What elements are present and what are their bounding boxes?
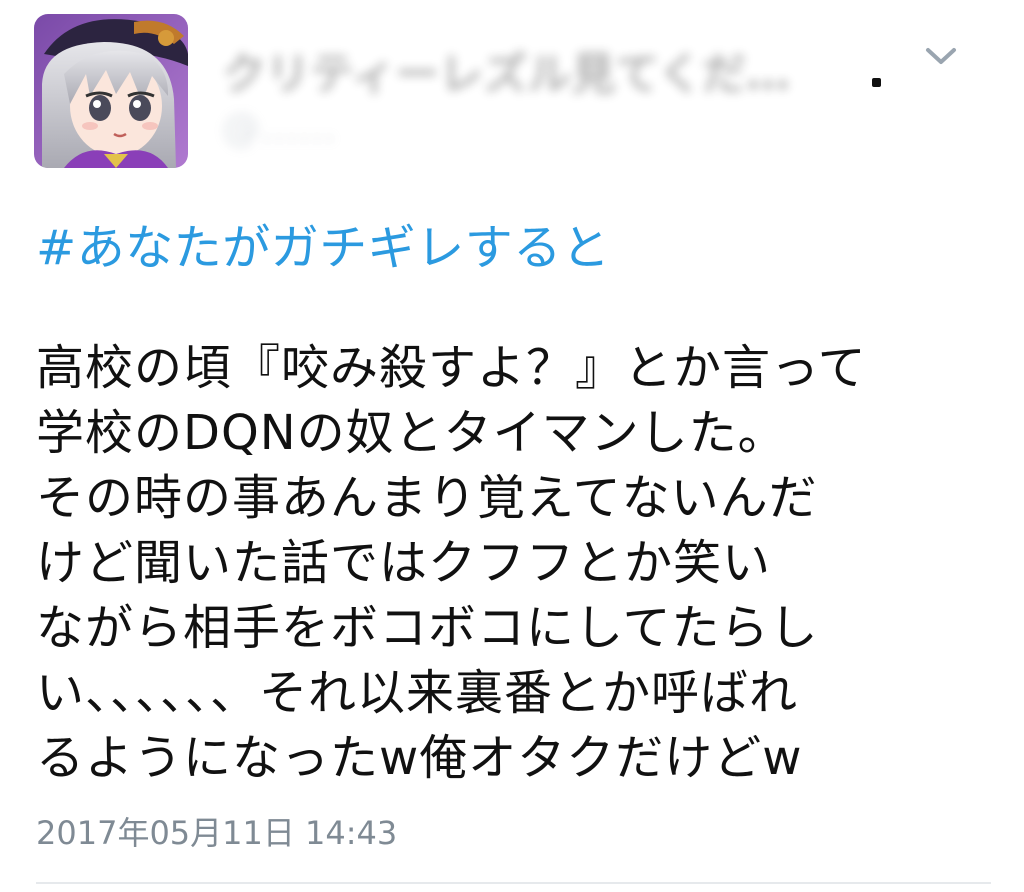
chevron-down-icon[interactable] [918, 40, 964, 72]
hashtag-link[interactable]: #あなたがガチギレすると [36, 208, 610, 278]
tweet-body-line: 学校のDQNの奴とタイマンした。 [36, 405, 787, 461]
author-screen-name[interactable]: @…… [222, 106, 336, 150]
tweet-body: 高校の頃『咬み殺すよ？』とか言って 学校のDQNの奴とタイマンした。 その時の事… [36, 336, 996, 791]
ellipsis-dot [872, 78, 881, 87]
tweet-body-line: けど聞いた話ではクフフとか笑い [36, 535, 772, 591]
tweet-timestamp[interactable]: 2017年05月11日 14:43 [36, 808, 397, 854]
tweet-body-line: ながら相手をボコボコにしてたらし [36, 600, 819, 656]
tweet-body-line: るようになったw俺オタクだけどw [36, 730, 803, 786]
tweet-body-line: その時の事あんまり覚えてないんだ [36, 470, 818, 526]
tweet-body-line: い、、、、、、それ以来裏番とか呼ばれ [36, 665, 799, 721]
divider [36, 882, 991, 884]
anime-avatar-icon[interactable] [34, 14, 188, 168]
tweet-body-line: 高校の頃『咬み殺すよ？』とか言って [36, 340, 867, 396]
author-display-name[interactable]: クリティーレズル見てくだ… [222, 38, 790, 102]
tweet-card: クリティーレズル見てくだ… @…… #あなたがガチギレすると 高校の頃『咬み殺す… [0, 0, 1024, 892]
tweet-author-header[interactable]: クリティーレズル見てくだ… @…… [222, 30, 902, 150]
